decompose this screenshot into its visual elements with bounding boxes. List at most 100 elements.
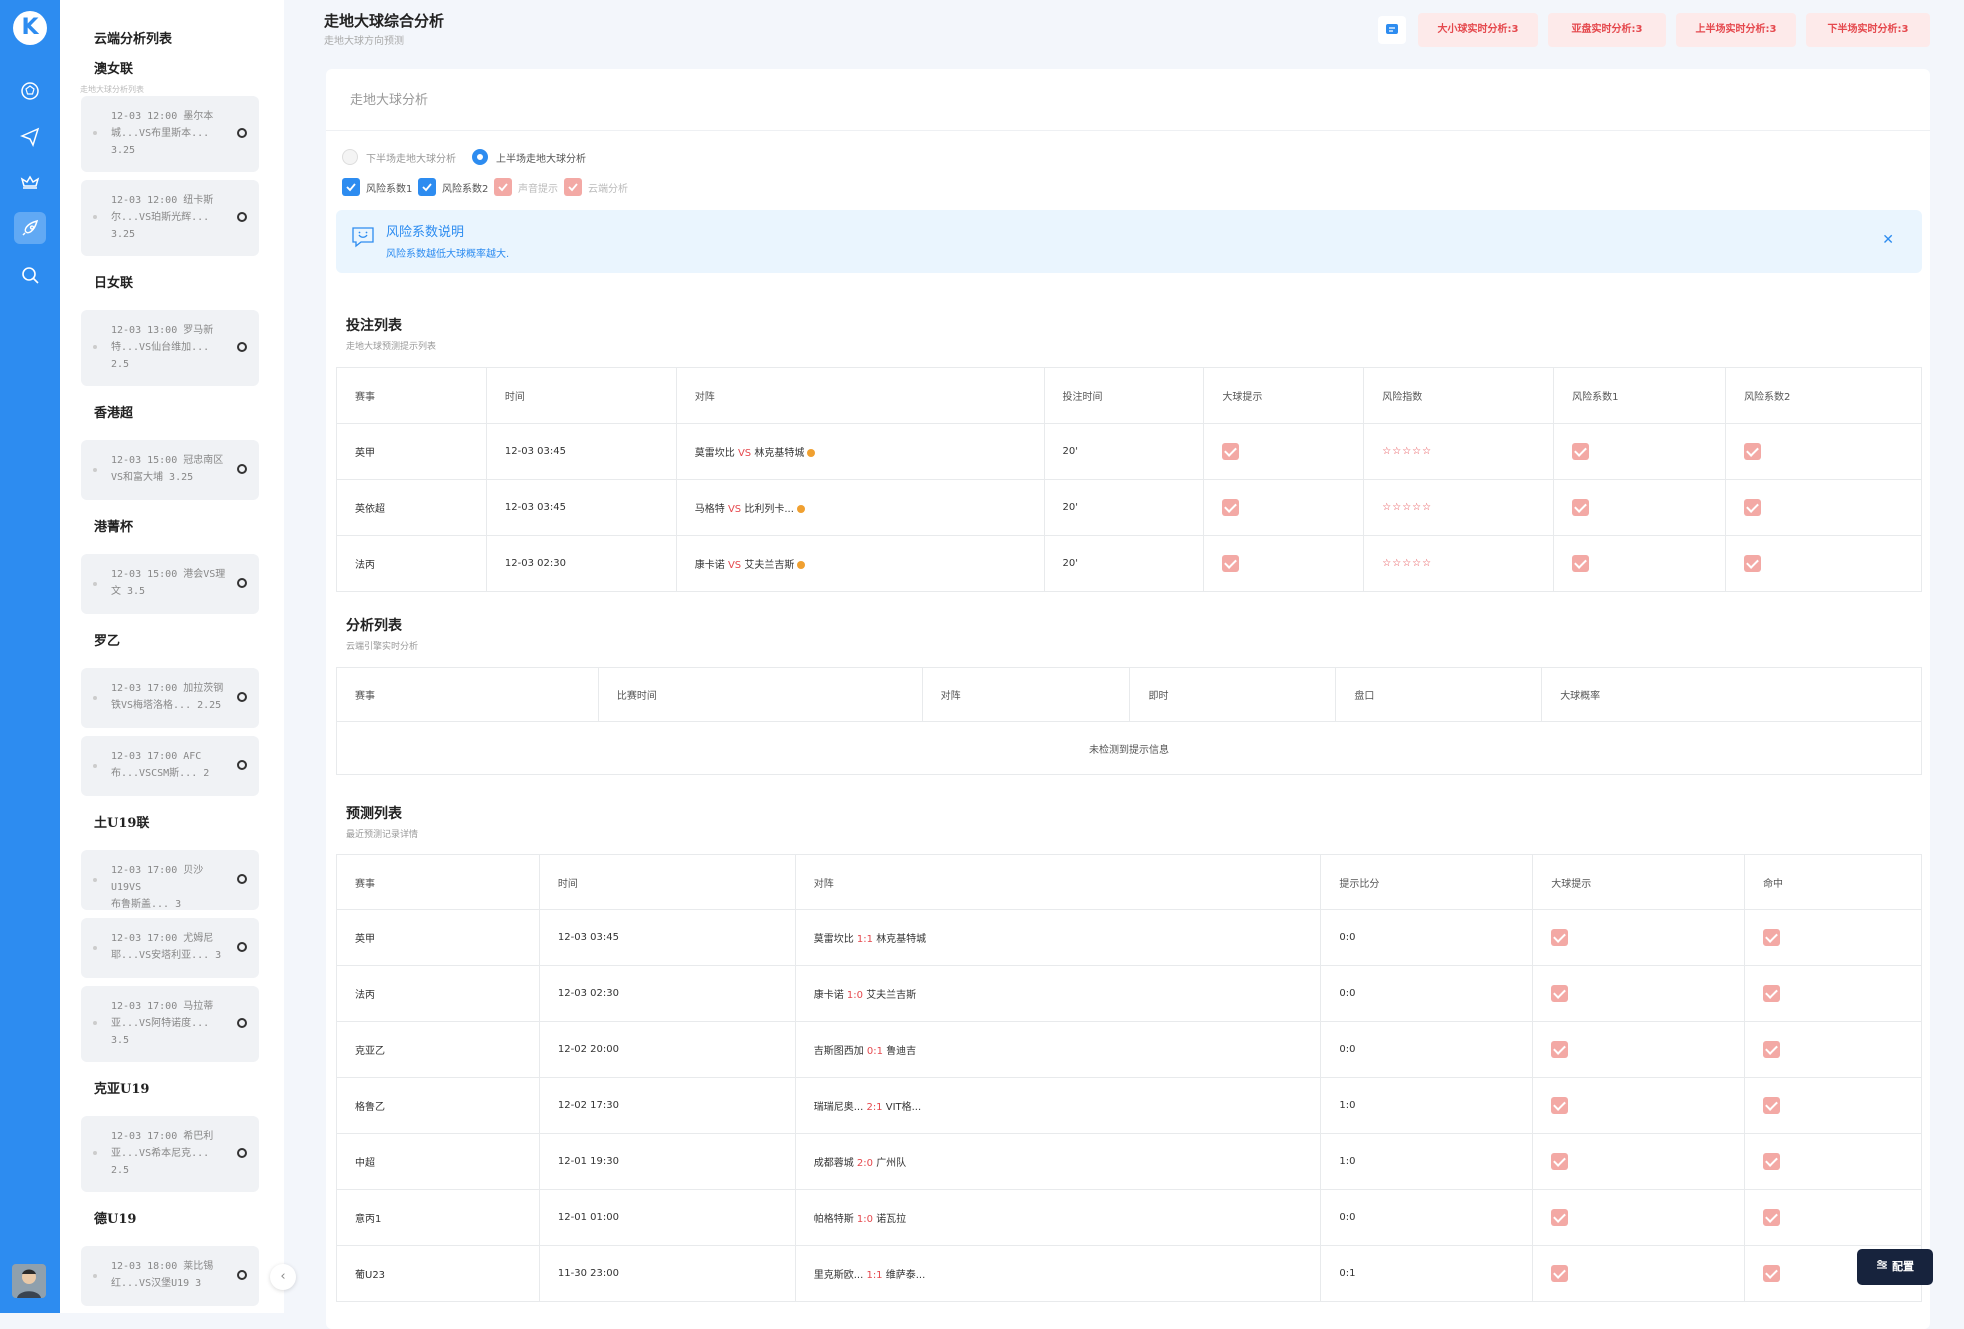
check-icon[interactable]: [564, 178, 582, 196]
ball-icon: [237, 942, 247, 952]
table-row[interactable]: 英甲 12-03 03:45 莫雷坎比 1:1 林克基特城 0:0: [336, 909, 1922, 966]
predict-table: 赛事 时间 对阵 提示比分 大球提示 命中 英甲 12-03 03:45 莫雷坎比 1:1 林…: [336, 854, 1922, 1302]
vs-label: VS: [727, 504, 742, 515]
check-cell: [1532, 965, 1746, 1022]
app-logo[interactable]: K: [13, 11, 47, 45]
check-icon[interactable]: [342, 178, 360, 196]
ball-icon[interactable]: [14, 75, 46, 107]
time-cell: 12-03 03:45: [485, 423, 677, 480]
match-card[interactable]: 12-03 12:00 纽卡斯 尔...VS珀斯光辉... 3.25: [81, 180, 259, 256]
check-icon: [1551, 985, 1569, 1002]
analysis-list-panel: 云端分析列表 走地大球分析列表 澳女联 12-03 12:00 墨尔本 城...VS…: [60, 0, 284, 1313]
checkbox-cloud[interactable]: 云端分析: [564, 178, 628, 196]
radio-circle[interactable]: [342, 149, 358, 165]
match-card[interactable]: 12-03 17:00 马拉蒂 亚...VS阿特诺度... 3.5: [81, 986, 259, 1062]
card-line: 布鲁斯盖... 3: [111, 899, 182, 910]
time-cell: 12-03 03:45: [485, 479, 677, 536]
match-card[interactable]: 12-03 15:00 港会VS理文 3.5: [81, 554, 259, 614]
group-title: 德U19: [94, 1212, 137, 1227]
match-card[interactable]: 12-03 17:00 尤姆尼 耶...VS安塔利亚... 3: [81, 918, 259, 978]
radio-second-half[interactable]: 下半场走地大球分析: [342, 149, 456, 165]
group-title: 土U19联: [94, 816, 150, 831]
match-card[interactable]: 12-03 17:00 贝沙U19VS 布鲁斯盖... 3: [81, 850, 259, 910]
time-cell: 11-30 23:00: [538, 1245, 796, 1302]
pill-asian[interactable]: 亚盘实时分析:3: [1548, 13, 1666, 47]
score-label: 1:0: [846, 990, 863, 1001]
check-cell: [1744, 1021, 1922, 1078]
league-cell: 葡U23: [336, 1245, 540, 1302]
table-row[interactable]: 格鲁乙 12-02 17:30 瑞瑞尼奥... 2:1 VIT格... 1:0: [336, 1077, 1922, 1134]
table-row[interactable]: 葡U23 11-30 23:00 里克斯欧... 1:1 维萨泰... 0:1: [336, 1245, 1922, 1302]
message-icon[interactable]: [1378, 16, 1406, 44]
checkbox-risk1[interactable]: 风险系数1: [342, 178, 412, 196]
match-card[interactable]: 12-03 13:00 罗马新 特...VS仙台维加... 2.5: [81, 310, 259, 386]
send-icon[interactable]: [14, 121, 46, 153]
table-row[interactable]: 意丙1 12-01 01:00 帕格特斯 1:0 诺瓦拉 0:0: [336, 1189, 1922, 1246]
rocket-icon[interactable]: [14, 212, 46, 244]
pill-first-half[interactable]: 上半场实时分析:3: [1676, 13, 1796, 47]
radio-circle[interactable]: [472, 149, 488, 165]
score-label: 1:1: [866, 1270, 883, 1281]
table-row[interactable]: 法丙 12-03 02:30 康卡诺 VS 艾夫兰吉斯 20' ☆☆☆☆☆: [336, 535, 1922, 592]
match-card[interactable]: 12-03 17:00 AFC 布...VSCSM斯... 2: [81, 736, 259, 796]
check-cell: [1744, 1133, 1922, 1190]
time-cell: 12-03 02:30: [485, 535, 677, 592]
collapse-button[interactable]: ‹: [270, 1264, 296, 1290]
ball-icon: [237, 760, 247, 770]
away-team: 广州队: [876, 1158, 907, 1169]
match-card[interactable]: 12-03 18:00 莱比锡 红...VS汉堡U19 3: [81, 1246, 259, 1306]
check-icon: [1763, 1209, 1781, 1226]
match-cell: 莫雷坎比 1:1 林克基特城: [794, 909, 1322, 966]
column-header: 投注时间: [1043, 367, 1205, 424]
avatar[interactable]: [12, 1264, 46, 1298]
radio-first-half[interactable]: 上半场走地大球分析: [472, 149, 586, 165]
league-cell: 格鲁乙: [336, 1077, 540, 1134]
close-icon[interactable]: ✕: [1882, 232, 1894, 248]
table-row[interactable]: 克亚乙 12-02 20:00 吉斯图西加 0:1 鲁迪吉 0:0: [336, 1021, 1922, 1078]
home-team: 帕格特斯: [813, 1214, 854, 1225]
chat-smile-icon: [350, 224, 376, 254]
match-cell: 成都蓉城 2:0 广州队: [794, 1133, 1322, 1190]
table-row[interactable]: 中超 12-01 19:30 成都蓉城 2:0 广州队 1:0: [336, 1133, 1922, 1190]
card-line: 3.5: [111, 1035, 130, 1046]
group-title: 日女联: [94, 276, 134, 291]
crown-icon[interactable]: [14, 167, 46, 199]
checkbox-risk2[interactable]: 风险系数2: [418, 178, 488, 196]
match-card[interactable]: 12-03 12:00 墨尔本 城...VS布里斯本... 3.25: [81, 96, 259, 172]
home-team: 瑞瑞尼奥...: [813, 1102, 864, 1113]
table-row[interactable]: 英依超 12-03 03:45 马格特 VS 比利列卡... 20' ☆☆☆☆☆: [336, 479, 1922, 536]
ball-icon: [237, 212, 247, 222]
table-row[interactable]: 英甲 12-03 03:45 莫雷坎比 VS 林克基特城 20' ☆☆☆☆☆: [336, 423, 1922, 480]
check-icon: [1551, 1265, 1569, 1282]
card-line: 2.5: [111, 359, 130, 370]
check-cell: [1203, 423, 1365, 480]
card-line: 12-03 13:00 罗马新: [111, 325, 214, 336]
column-header: 赛事: [336, 854, 540, 910]
home-team: 里克斯欧...: [813, 1270, 864, 1281]
home-team: 吉斯图西加: [813, 1046, 864, 1057]
table-row[interactable]: 法丙 12-03 02:30 康卡诺 1:0 艾夫兰吉斯 0:0: [336, 965, 1922, 1022]
match-card[interactable]: 12-03 17:00 希巴利 亚...VS希本尼克... 2.5: [81, 1116, 259, 1192]
group-title: 澳女联: [94, 62, 134, 77]
status-dot: [93, 945, 97, 950]
check-icon[interactable]: [418, 178, 436, 196]
check-cell: [1553, 423, 1727, 480]
match-card[interactable]: 12-03 15:00 冠忠南区 VS和富大埔 3.25: [81, 440, 259, 500]
time-cell: 12-02 20:00: [538, 1021, 796, 1078]
pill-second-half[interactable]: 下半场实时分析:3: [1806, 13, 1930, 47]
check-cell: [1532, 1021, 1746, 1078]
checkbox-sound[interactable]: 声音提示: [494, 178, 558, 196]
match-cell: 帕格特斯 1:0 诺瓦拉: [794, 1189, 1322, 1246]
column-header: 风险指数: [1363, 367, 1555, 424]
check-cell: [1725, 535, 1922, 592]
search-icon[interactable]: [14, 259, 46, 291]
match-cell: 吉斯图西加 0:1 鲁迪吉: [794, 1021, 1322, 1078]
check-icon: [1551, 1041, 1569, 1058]
pill-overunder[interactable]: 大小球实时分析:3: [1418, 13, 1538, 47]
column-header: 即时: [1129, 667, 1337, 722]
check-icon[interactable]: [494, 178, 512, 196]
status-dot: [93, 214, 97, 219]
card-line: 3.25: [111, 145, 136, 156]
match-card[interactable]: 12-03 17:00 加拉茨钢 铁VS梅塔洛格... 2.25: [81, 668, 259, 728]
config-button[interactable]: 配置: [1857, 1249, 1933, 1285]
